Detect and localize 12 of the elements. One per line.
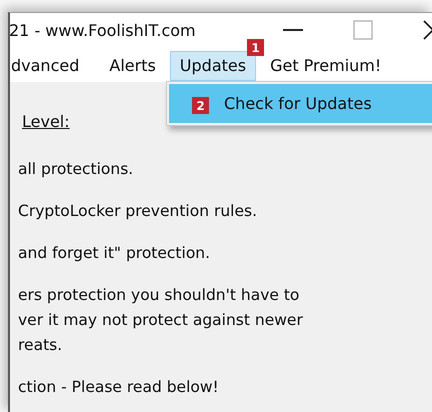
description-text: ction - Please read below! <box>18 377 220 398</box>
window-title: 21 - www.FoolishIT.com <box>9 20 196 40</box>
menu-item[interactable]: Alerts <box>99 51 166 81</box>
section-heading: Level: <box>22 112 70 131</box>
description-text: and forget it" protection. <box>18 243 212 264</box>
description-text: CryptoLocker prevention rules. <box>18 201 258 222</box>
menu-item[interactable]: Updates <box>170 51 256 81</box>
step-badge: 2 <box>192 97 209 114</box>
step-badge: 1 <box>247 39 264 56</box>
description-text: ers protection you shouldn't have to ver it may not protect against newer reats. <box>18 285 304 356</box>
description-text: all protections. <box>18 159 134 180</box>
menu-item[interactable]: dvanced <box>10 51 90 81</box>
